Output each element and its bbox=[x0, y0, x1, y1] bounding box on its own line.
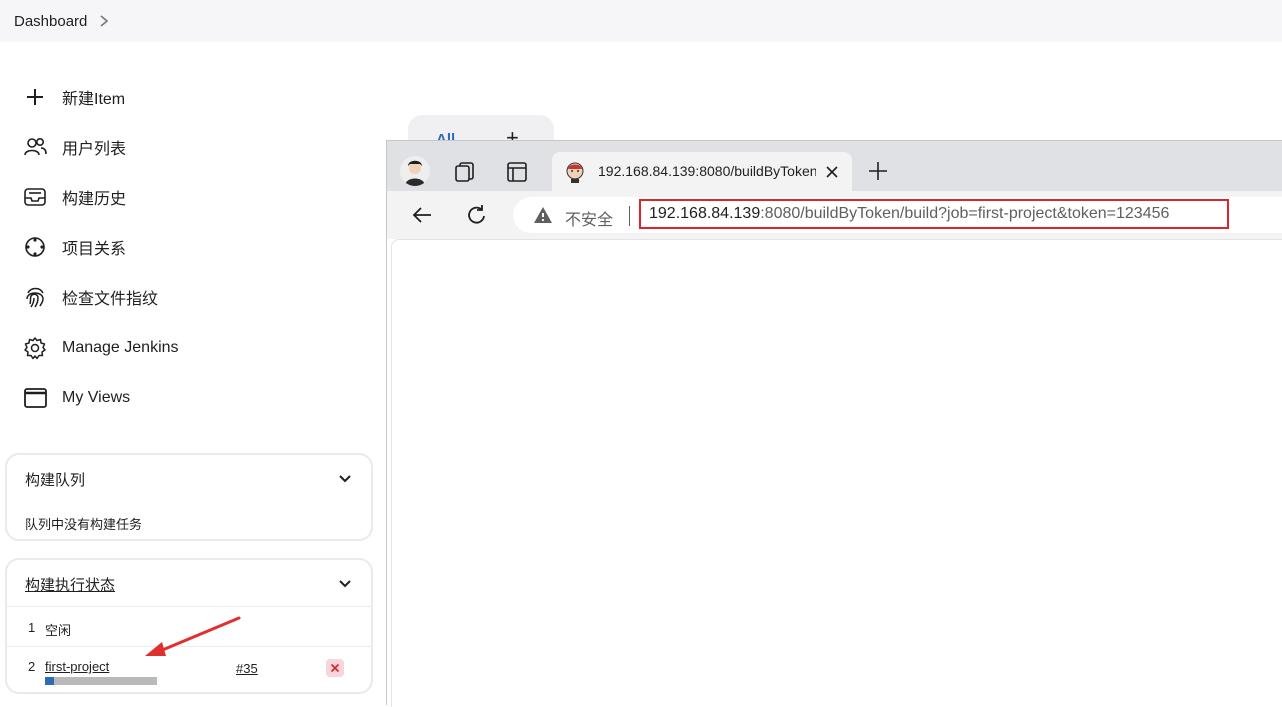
collections-icon[interactable] bbox=[453, 160, 477, 184]
back-arrow-icon[interactable] bbox=[410, 203, 434, 227]
security-label[interactable]: 不安全 bbox=[565, 206, 613, 230]
browser-tab-active[interactable]: 192.168.84.139:8080/buildByToken/build?j… bbox=[552, 152, 852, 191]
browser-toolbar: 不安全 192.168.84.139:8080/buildByToken/bui… bbox=[387, 191, 1282, 239]
cancel-build-button[interactable] bbox=[326, 659, 344, 677]
window-icon bbox=[24, 388, 47, 408]
close-icon[interactable] bbox=[824, 164, 840, 180]
build-progress-bar[interactable] bbox=[45, 677, 157, 685]
sidebar-item-label: 项目关系 bbox=[62, 241, 127, 258]
build-queue-panel: 构建队列 队列中没有构建任务 bbox=[5, 453, 373, 541]
close-icon bbox=[330, 663, 340, 673]
executor-row: 2 first-project #35 bbox=[7, 646, 371, 687]
sidebar-item-fingerprint[interactable]: 检查文件指纹 bbox=[22, 283, 158, 311]
url-path: :8080/buildByToken/build?job=first-proje… bbox=[760, 205, 1170, 222]
fingerprint-icon bbox=[26, 287, 44, 308]
jenkins-favicon-icon bbox=[566, 162, 584, 183]
build-progress-fill bbox=[45, 677, 54, 685]
profile-avatar[interactable] bbox=[400, 156, 430, 186]
sidebar-item-manage-jenkins[interactable]: Manage Jenkins bbox=[22, 334, 179, 362]
refresh-icon[interactable] bbox=[465, 203, 489, 227]
page-content bbox=[391, 239, 1282, 707]
executor-panel: 构建执行状态 1 空闲 2 first-project #35 bbox=[5, 558, 373, 694]
sidebar-item-label: 构建历史 bbox=[62, 191, 127, 208]
plus-icon bbox=[27, 89, 43, 105]
gear-icon bbox=[24, 337, 46, 360]
chevron-down-icon[interactable] bbox=[337, 471, 353, 487]
sidebar-item-people[interactable]: 用户列表 bbox=[22, 133, 126, 161]
browser-window: 192.168.84.139:8080/buildByToken/build?j… bbox=[386, 140, 1282, 707]
executor-number: 1 bbox=[28, 620, 36, 635]
chevron-right-icon[interactable] bbox=[97, 14, 111, 28]
browser-tabstrip: 192.168.84.139:8080/buildByToken/build?j… bbox=[387, 141, 1282, 191]
sidebar-item-label: My Views bbox=[62, 389, 131, 406]
sidebar-item-label: Manage Jenkins bbox=[62, 339, 179, 356]
executor-row: 1 空闲 bbox=[7, 606, 371, 647]
sidebar-item-label: 新建Item bbox=[62, 91, 126, 108]
sidebar-item-my-views[interactable]: My Views bbox=[22, 384, 130, 412]
browser-tab-title: 192.168.84.139:8080/buildByToken/build?j… bbox=[598, 163, 816, 179]
sidebar-item-project-relationship[interactable]: 项目关系 bbox=[22, 233, 126, 261]
executor-status: 空闲 bbox=[45, 623, 72, 638]
build-queue-title: 构建队列 bbox=[25, 472, 86, 489]
address-bar[interactable]: 不安全 192.168.84.139:8080/buildByToken/bui… bbox=[513, 197, 1282, 233]
url-host: 192.168.84.139 bbox=[649, 205, 761, 222]
relationship-icon bbox=[25, 237, 45, 257]
new-tab-icon[interactable] bbox=[867, 160, 889, 182]
breadcrumb-dashboard[interactable]: Dashboard bbox=[14, 13, 87, 30]
address-divider bbox=[629, 206, 630, 226]
executor-number: 2 bbox=[28, 659, 36, 674]
build-number-link[interactable]: #35 bbox=[236, 661, 258, 676]
sidebar-item-build-history[interactable]: 构建历史 bbox=[22, 183, 126, 211]
sidebar-item-label: 用户列表 bbox=[62, 141, 127, 158]
breadcrumb: Dashboard bbox=[0, 0, 1282, 42]
avatar-icon bbox=[400, 156, 430, 186]
warning-icon[interactable] bbox=[533, 205, 553, 225]
sidebar-item-label: 检查文件指纹 bbox=[62, 291, 159, 308]
executor-job-link[interactable]: first-project bbox=[45, 659, 109, 674]
chevron-down-icon[interactable] bbox=[337, 576, 353, 592]
tab-actions-icon[interactable] bbox=[505, 160, 529, 184]
executor-title[interactable]: 构建执行状态 bbox=[25, 574, 115, 595]
inbox-icon bbox=[24, 188, 46, 206]
people-icon bbox=[24, 138, 47, 156]
url-text[interactable]: 192.168.84.139:8080/buildByToken/build?j… bbox=[639, 199, 1229, 229]
build-queue-empty: 队列中没有构建任务 bbox=[25, 517, 143, 532]
sidebar-item-new-item[interactable]: 新建Item bbox=[22, 83, 125, 111]
